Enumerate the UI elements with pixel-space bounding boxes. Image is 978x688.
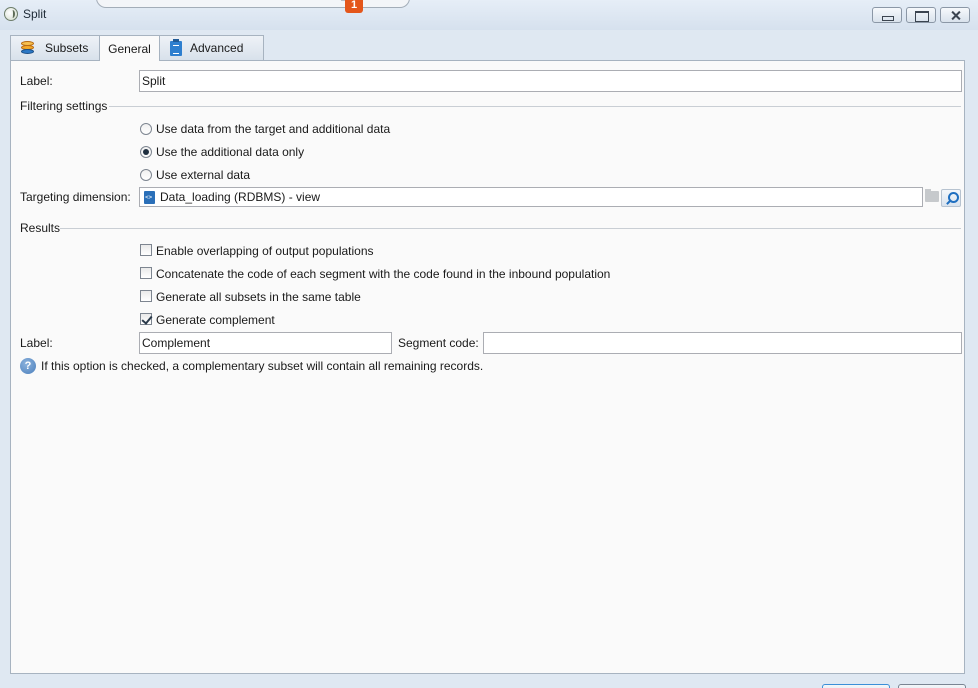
targeting-dimension-field[interactable]: Data_loading (RDBMS) - view (139, 187, 923, 207)
filter-option-radio-3[interactable] (140, 169, 152, 181)
filter-option-label-2[interactable]: Use the additional data only (156, 145, 304, 159)
close-button[interactable] (940, 7, 970, 23)
filter-option-label-3[interactable]: Use external data (156, 168, 250, 182)
tab-subsets-label: Subsets (45, 41, 89, 55)
database-icon (21, 41, 37, 55)
tab-advanced[interactable]: Advanced (159, 35, 264, 60)
search-icon[interactable] (941, 189, 961, 207)
concatenate-label[interactable]: Concatenate the code of each segment wit… (156, 267, 610, 281)
results-heading: Results (20, 221, 61, 235)
label-caption: Label: (20, 74, 53, 88)
filter-option-label-1[interactable]: Use data from the target and additional … (156, 122, 390, 136)
complement-label-caption: Label: (20, 336, 53, 350)
results-divider (60, 228, 961, 229)
tab-advanced-label: Advanced (190, 41, 244, 55)
filter-option-radio-1[interactable] (140, 123, 152, 135)
targeting-dimension-value: Data_loading (RDBMS) - view (160, 190, 321, 204)
filtering-settings-heading: Filtering settings (20, 99, 108, 113)
help-icon: ? (20, 358, 36, 374)
maximize-button[interactable] (906, 7, 936, 23)
filter-option-radio-2[interactable] (140, 146, 152, 158)
window-title: Split (23, 7, 47, 21)
segment-code-caption: Segment code: (398, 336, 479, 350)
help-text: If this option is checked, a complementa… (41, 359, 484, 373)
notification-badge[interactable]: 1 (345, 0, 363, 13)
title-bar: Split 1 (0, 0, 978, 30)
schema-icon (144, 190, 155, 204)
overlapping-checkbox[interactable] (140, 244, 152, 256)
ok-button[interactable] (822, 684, 890, 688)
same-table-label[interactable]: Generate all subsets in the same table (156, 290, 361, 304)
app-icon (4, 7, 18, 21)
tab-general[interactable]: General (99, 35, 160, 61)
complement-label[interactable]: Generate complement (156, 313, 275, 327)
complement-checkbox[interactable] (140, 313, 152, 325)
general-panel: Label: Filtering settings Use data from … (10, 60, 965, 674)
folder-icon[interactable] (925, 189, 939, 202)
complement-label-input[interactable] (139, 332, 392, 354)
concatenate-checkbox[interactable] (140, 267, 152, 279)
tab-general-label: General (108, 41, 151, 56)
clipboard-icon (170, 38, 182, 56)
label-input[interactable] (139, 70, 962, 92)
overlapping-label[interactable]: Enable overlapping of output populations (156, 244, 374, 258)
segment-code-input[interactable] (483, 332, 962, 354)
tab-subsets[interactable]: Subsets (10, 35, 100, 60)
minimize-button[interactable] (872, 7, 902, 23)
targeting-dimension-caption: Targeting dimension: (20, 190, 131, 204)
cancel-button[interactable] (898, 684, 966, 688)
same-table-checkbox[interactable] (140, 290, 152, 302)
filtering-divider (109, 106, 961, 107)
